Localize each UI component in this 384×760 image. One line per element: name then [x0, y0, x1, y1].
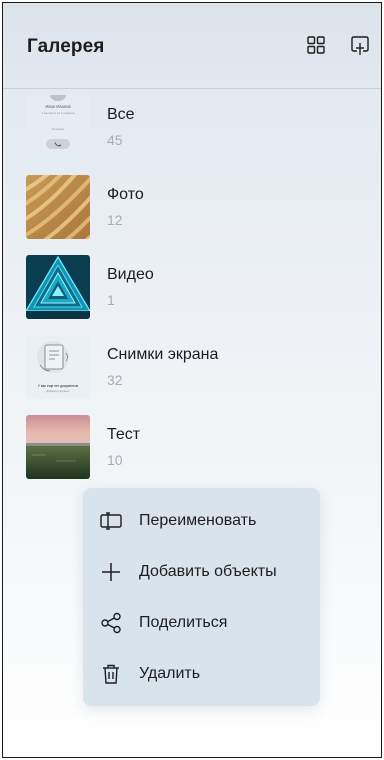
- album-count-all: 45: [107, 132, 123, 148]
- grid-view-button[interactable]: [302, 31, 330, 59]
- menu-label-rename: Переименовать: [139, 512, 257, 529]
- menu-label-delete: Удалить: [139, 665, 201, 682]
- page-title: Галерея: [27, 36, 105, 57]
- album-name-videos: Видео: [107, 266, 154, 283]
- thumb-add-doc-text: Добавьте документ: [46, 389, 70, 393]
- album-count-videos: 1: [107, 292, 115, 308]
- album-thumbnail-screenshots: У вас еще нет документов Добавьте докуме…: [26, 335, 90, 399]
- album-item-test[interactable]: Тест 10: [3, 409, 381, 489]
- menu-item-rename[interactable]: Переименовать: [83, 496, 320, 546]
- album-thumbnail-all: Иван Иванов 4 контакта из 1 раздела Теле…: [26, 95, 90, 159]
- trash-icon: [99, 662, 123, 686]
- new-album-icon: [351, 36, 369, 55]
- menu-label-share: Поделиться: [139, 614, 228, 631]
- menu-item-delete[interactable]: Удалить: [83, 649, 320, 699]
- rename-icon: [99, 509, 123, 533]
- menu-item-share[interactable]: Поделиться: [83, 598, 320, 648]
- album-item-photos[interactable]: Фото 12: [3, 169, 381, 249]
- album-item-all[interactable]: Иван Иванов 4 контакта из 1 раздела Теле…: [3, 89, 381, 169]
- thumb-empty-docs-text: У вас еще нет документов: [38, 384, 78, 388]
- album-count-photos: 12: [107, 212, 123, 228]
- new-album-button[interactable]: [346, 31, 374, 59]
- thumb-contact-phone-label: Телефон: [52, 127, 65, 131]
- share-icon: [99, 611, 123, 635]
- plus-icon: [99, 560, 123, 584]
- album-thumbnail-test: [26, 415, 90, 479]
- album-thumbnail-videos: [26, 255, 90, 319]
- app-header: Галерея: [3, 3, 381, 89]
- thumb-contact-subtitle: 4 контакта из 1 раздела: [41, 111, 74, 115]
- album-item-screenshots[interactable]: У вас еще нет документов Добавьте докуме…: [3, 329, 381, 409]
- album-thumbnail-photos: [26, 175, 90, 239]
- album-name-photos: Фото: [107, 186, 144, 203]
- menu-label-add-objects: Добавить объекты: [139, 563, 277, 580]
- gallery-screen: Галерея Иван Иванов 4 контакта из 1 разд…: [2, 2, 382, 758]
- thumb-contact-name: Иван Иванов: [45, 104, 71, 109]
- album-count-test: 10: [107, 452, 123, 468]
- album-context-menu: Переименовать Добавить объекты Поделитьс…: [83, 488, 320, 706]
- grid-view-icon: [307, 36, 325, 54]
- menu-item-add-objects[interactable]: Добавить объекты: [83, 547, 320, 597]
- album-name-all: Все: [107, 106, 135, 123]
- album-name-test: Тест: [107, 426, 141, 443]
- album-item-videos[interactable]: Видео 1: [3, 249, 381, 329]
- album-count-screenshots: 32: [107, 372, 123, 388]
- album-name-screenshots: Снимки экрана: [107, 346, 219, 363]
